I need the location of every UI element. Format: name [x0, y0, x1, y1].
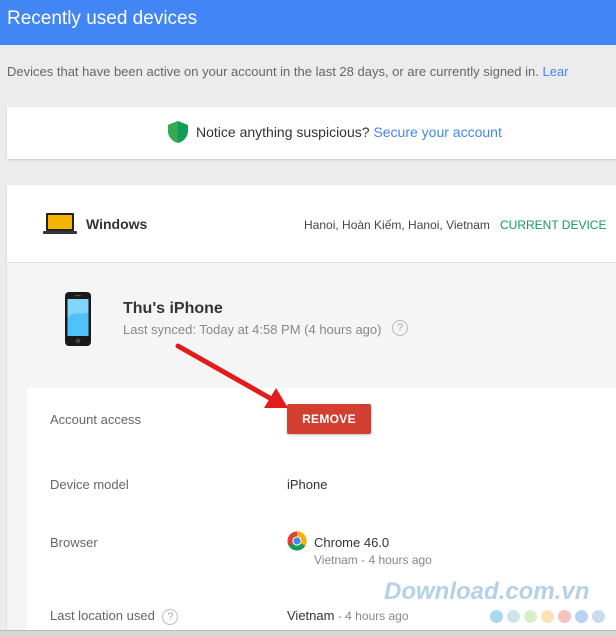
- watermark-dot: [541, 610, 554, 623]
- iphone-icon: [65, 292, 91, 346]
- notice-text: Notice anything suspicious? Secure your …: [196, 124, 502, 140]
- intro-description: Devices that have been active on your ac…: [7, 64, 539, 79]
- chrome-icon: [287, 531, 307, 551]
- learn-more-link[interactable]: Lear: [542, 64, 568, 79]
- shield-check-icon: [168, 121, 188, 143]
- current-device-badge: CURRENT DEVICE: [500, 218, 607, 232]
- laptop-icon: [43, 213, 77, 234]
- watermark-dot: [558, 610, 571, 623]
- browser-last-used: Vietnam - 4 hours ago: [314, 553, 432, 567]
- last-location-label: Last location used ?: [50, 608, 179, 625]
- watermark-dots: [490, 610, 609, 624]
- last-location-country: Vietnam: [287, 608, 335, 623]
- last-location-time: - 4 hours ago: [334, 609, 409, 623]
- last-location-label-text: Last location used: [50, 608, 155, 623]
- notice-question: Notice anything suspicious?: [196, 124, 370, 140]
- device-name-windows: Windows: [86, 216, 148, 232]
- page-header: Recently used devices: [0, 0, 616, 45]
- browser-value: Chrome 46.0: [314, 535, 390, 550]
- watermark-logo: Download.com.vn: [384, 578, 590, 605]
- account-access-label: Account access: [50, 412, 142, 427]
- watermark-dot: [524, 610, 537, 623]
- watermark-dot: [490, 610, 503, 623]
- watermark-dot: [575, 610, 588, 623]
- help-icon[interactable]: ?: [392, 320, 408, 336]
- last-synced-text: Last synced: Today at 4:58 PM (4 hours a…: [123, 322, 382, 337]
- device-model-label: Device model: [50, 477, 129, 492]
- devices-card: Windows Hanoi, Hoàn Kiếm, Hanoi, Vietnam…: [7, 185, 616, 636]
- remove-button[interactable]: REMOVE: [287, 404, 371, 434]
- browser-label: Browser: [50, 535, 98, 550]
- device-model-value: iPhone: [287, 477, 328, 492]
- watermark-dot: [592, 610, 605, 623]
- watermark-dot: [507, 610, 520, 623]
- secure-account-link[interactable]: Secure your account: [373, 124, 501, 140]
- help-icon[interactable]: ?: [162, 608, 179, 625]
- page-title: Recently used devices: [7, 8, 198, 29]
- last-location-value: Vietnam - 4 hours ago: [287, 608, 409, 623]
- device-name-iphone: Thu's iPhone: [123, 300, 223, 317]
- device-row-windows[interactable]: Windows Hanoi, Hoàn Kiếm, Hanoi, Vietnam…: [7, 185, 616, 263]
- intro-text: Devices that have been active on your ac…: [7, 64, 616, 79]
- device-location-windows: Hanoi, Hoàn Kiếm, Hanoi, Vietnam: [304, 218, 490, 232]
- suspicious-notice: Notice anything suspicious? Secure your …: [7, 107, 616, 159]
- bottom-scrollbar[interactable]: [0, 630, 616, 636]
